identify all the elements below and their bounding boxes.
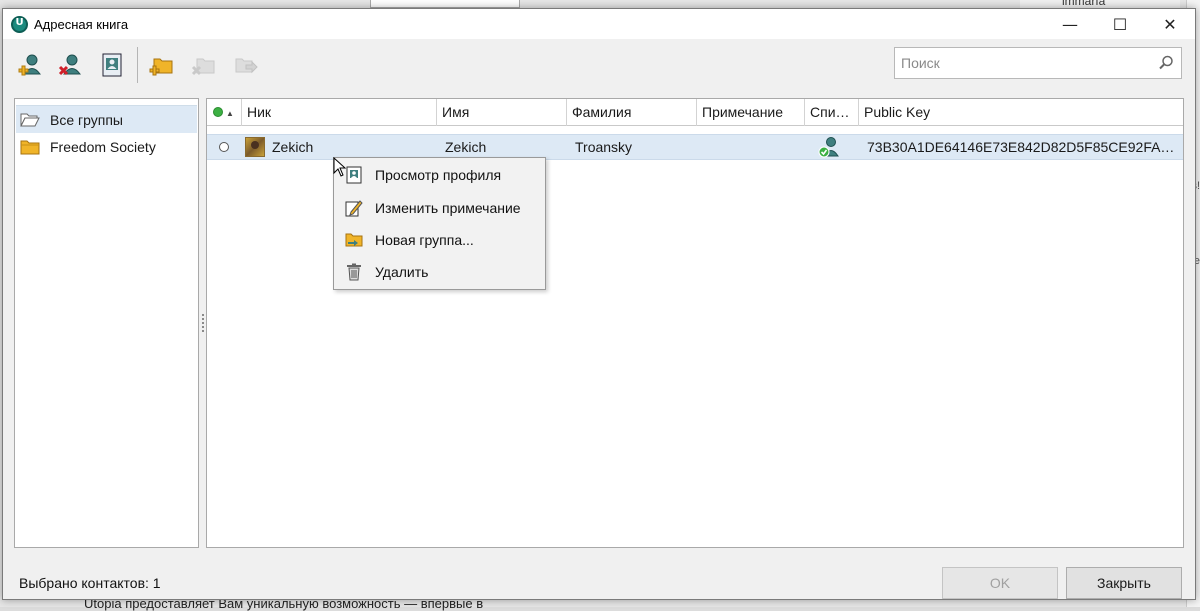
close-window-button[interactable]: ✕ — [1145, 9, 1195, 39]
group-label: Freedom Society — [50, 139, 156, 155]
move-to-group-icon — [235, 58, 258, 74]
edit-note-icon — [345, 200, 363, 217]
table-header: ▲ Ник Имя Фамилия Примечание Спи… Public… — [207, 99, 1183, 126]
toolbar — [3, 39, 1195, 89]
add-contact-icon — [18, 54, 41, 76]
menu-item-edit-note[interactable]: Изменить примечание — [335, 193, 544, 223]
window-title: Адресная книга — [34, 16, 129, 32]
column-header-name[interactable]: Имя — [437, 99, 567, 126]
selected-count-label: Выбрано контактов: 1 — [19, 575, 161, 591]
background-input — [370, 0, 520, 8]
column-header-public-key[interactable]: Public Key — [859, 99, 1183, 126]
group-item-all[interactable]: Все группы — [16, 105, 197, 133]
profile-card-icon — [346, 166, 362, 184]
online-status-icon — [213, 107, 223, 118]
move-to-group-button[interactable] — [230, 50, 260, 80]
search-icon[interactable] — [1157, 54, 1175, 72]
trash-icon — [347, 263, 361, 281]
mouse-cursor-icon — [333, 157, 347, 177]
avatar — [245, 137, 265, 157]
search-box — [894, 47, 1182, 79]
menu-item-label: Удалить — [375, 264, 429, 280]
menu-item-label: Новая группа... — [375, 232, 474, 248]
column-header-nick[interactable]: Ник — [242, 99, 437, 126]
remove-contact-icon — [58, 54, 81, 76]
background-username: immarfa — [1062, 0, 1106, 8]
new-group-icon — [345, 233, 363, 247]
remove-group-button[interactable] — [189, 50, 219, 80]
column-header-list[interactable]: Спи… — [805, 99, 859, 126]
open-folder-icon — [20, 113, 40, 126]
ok-button[interactable]: OK — [942, 567, 1058, 599]
cell-note — [703, 135, 803, 159]
contact-verified-icon — [818, 137, 839, 158]
remove-contact-button[interactable] — [55, 50, 85, 80]
window-controls: — ☐ ✕ — [1045, 9, 1195, 39]
sort-ascending-icon: ▲ — [226, 108, 234, 118]
add-group-button[interactable] — [147, 50, 177, 80]
panel-splitter[interactable] — [202, 314, 205, 332]
column-header-note[interactable]: Примечание — [697, 99, 805, 126]
toolbar-separator — [137, 47, 138, 83]
search-input[interactable] — [895, 48, 1145, 78]
cell-name: Zekich — [445, 139, 487, 155]
contact-radio[interactable] — [219, 142, 229, 152]
cell-list — [817, 135, 847, 159]
view-profile-button[interactable] — [97, 50, 127, 80]
add-group-icon — [149, 58, 173, 76]
cell-nick: Zekich — [272, 139, 314, 155]
minimize-button[interactable]: — — [1045, 9, 1095, 39]
title-bar[interactable]: Адресная книга — ☐ ✕ — [3, 9, 1195, 39]
maximize-button[interactable]: ☐ — [1095, 9, 1145, 39]
column-header-surname[interactable]: Фамилия — [567, 99, 697, 126]
folder-icon — [20, 140, 40, 155]
context-menu: Просмотр профиля Изменить примечание Нов… — [333, 157, 546, 290]
cell-public-key: 73B30A1DE64146E73E842D82D5F85CE92FA… — [867, 139, 1175, 155]
menu-item-label: Изменить примечание — [375, 200, 521, 216]
view-profile-icon — [102, 53, 122, 77]
cell-surname: Troansky — [575, 139, 633, 155]
column-header-status[interactable]: ▲ — [207, 99, 242, 126]
menu-item-delete[interactable]: Удалить — [335, 257, 544, 287]
group-label: Все группы — [50, 111, 123, 128]
remove-group-icon — [191, 58, 215, 76]
menu-item-label: Просмотр профиля — [375, 167, 502, 183]
menu-item-new-group[interactable]: Новая группа... — [335, 225, 544, 255]
close-button[interactable]: Закрыть — [1066, 567, 1182, 599]
group-item-freedom-society[interactable]: Freedom Society — [16, 133, 197, 161]
app-logo-icon — [11, 15, 28, 33]
menu-item-view-profile[interactable]: Просмотр профиля — [335, 160, 544, 190]
add-contact-button[interactable] — [15, 50, 45, 80]
groups-panel: Все группы Freedom Society — [14, 98, 199, 548]
address-book-window: Адресная книга — ☐ ✕ — [2, 8, 1196, 600]
